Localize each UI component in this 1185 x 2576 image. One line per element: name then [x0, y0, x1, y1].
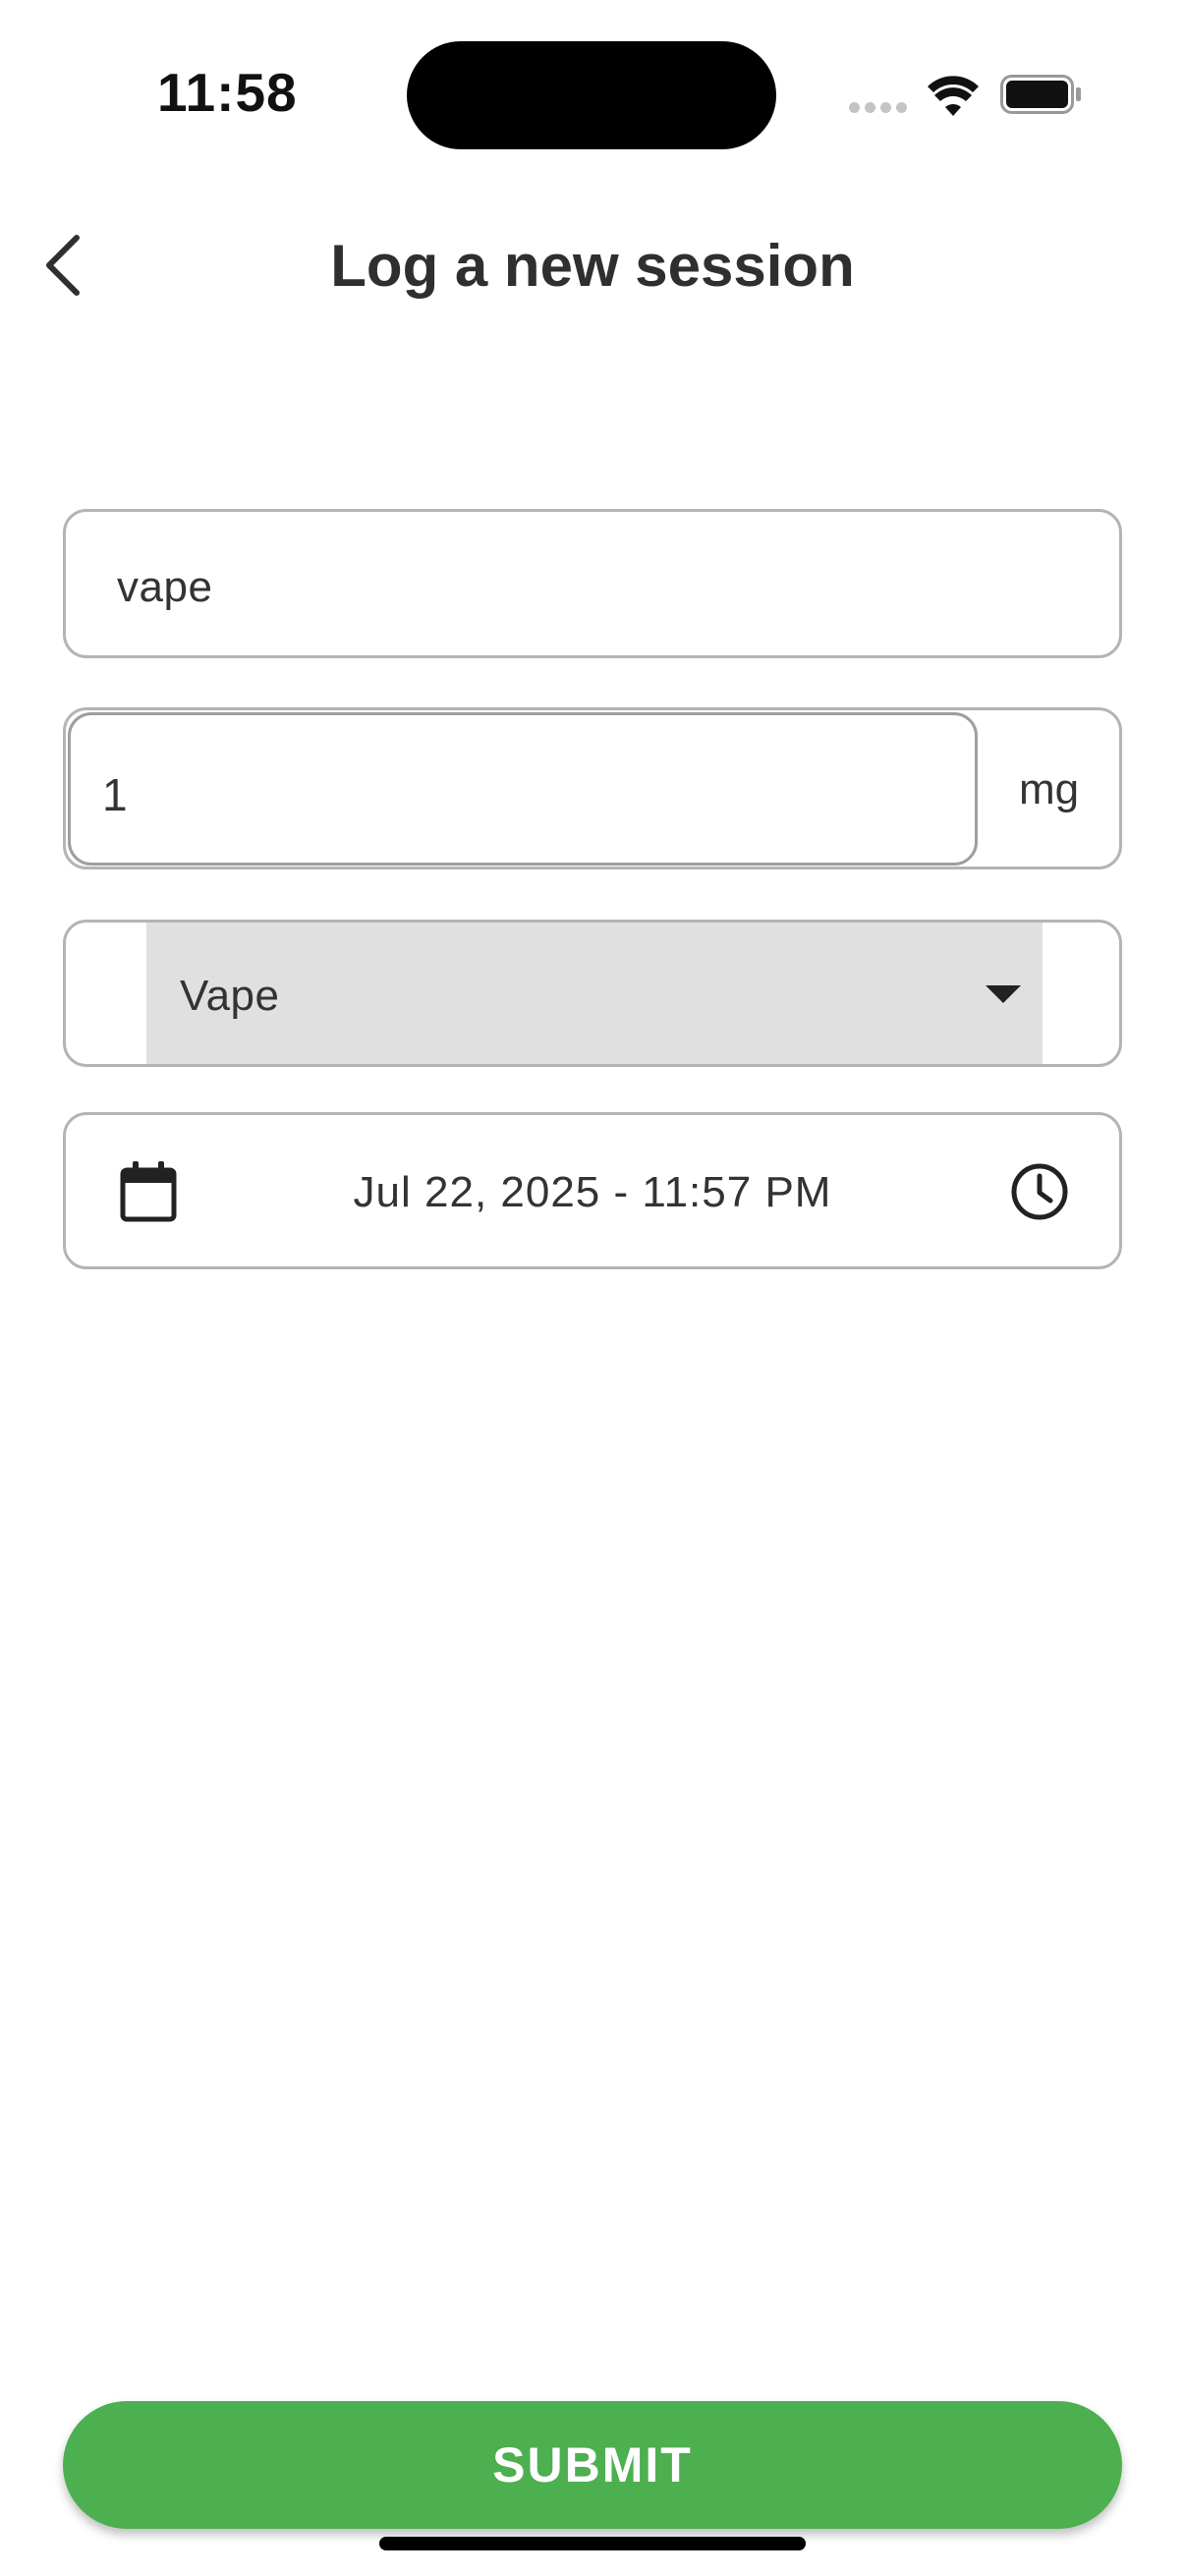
method-select[interactable]: Vape	[146, 923, 1043, 1064]
datetime-picker[interactable]: Jul 22, 2025 - 11:57 PM	[63, 1112, 1122, 1269]
session-name-value: vape	[117, 563, 213, 611]
method-dropdown[interactable]: Vape	[63, 920, 1122, 1067]
battery-icon	[1000, 75, 1081, 114]
dose-input[interactable]: 1	[68, 712, 978, 866]
cellular-signal-icon	[849, 102, 908, 116]
session-name-input[interactable]: vape	[63, 509, 1122, 658]
dose-field: 1 mg	[63, 707, 1122, 869]
clock-icon[interactable]	[1009, 1161, 1070, 1222]
dynamic-island	[407, 41, 776, 149]
method-selected-value: Vape	[180, 972, 280, 1020]
status-time: 11:58	[157, 62, 298, 123]
page-title: Log a new session	[330, 233, 855, 299]
submit-button[interactable]: SUBMIT	[63, 2401, 1122, 2529]
chevron-down-icon	[986, 985, 1021, 1003]
datetime-value: Jul 22, 2025 - 11:57 PM	[353, 1168, 832, 1216]
dose-unit-label: mg	[1019, 765, 1080, 813]
home-indicator	[379, 2537, 806, 2550]
wifi-icon	[928, 76, 979, 116]
dose-value: 1	[102, 769, 128, 820]
